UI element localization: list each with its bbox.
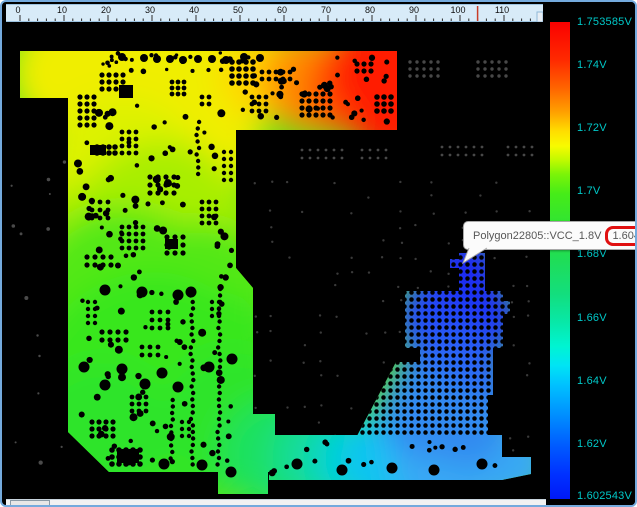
svg-text:70: 70 [321,5,331,15]
scale-tick-label: 1.72V [577,122,607,134]
horizontal-ruler: 0 10 20 30 40 50 60 70 80 90 100 110 [6,4,543,22]
scale-tick-label: 1.66V [577,312,607,324]
svg-text:110: 110 [495,5,509,15]
scale-tick-label: 1.68V [577,248,607,260]
svg-text:80: 80 [365,5,375,15]
tooltip-pointer [460,247,490,265]
scale-tick-label: 1.64V [577,375,607,387]
scale-tick-label: 1.753585V [577,16,632,28]
scale-tick-label: 1.62V [577,438,607,450]
probe-tooltip: Polygon22805::VCC_1.8V 1.60439V [463,221,637,250]
scale-tick-label: 1.602543V [577,490,632,502]
svg-text:90: 90 [409,5,419,15]
board-viewer-window: 0 10 20 30 40 50 60 70 80 90 100 110 1.753585V 1.74V… [0,0,637,507]
svg-text:100: 100 [450,5,465,15]
tooltip-voltage-value: 1.60439V [605,226,637,246]
svg-text:10: 10 [57,5,67,15]
color-scale-bar [550,22,570,499]
svg-text:40: 40 [189,5,199,15]
svg-text:50: 50 [233,5,243,15]
color-scale-panel: 1.753585V 1.74V 1.72V 1.7V 1.68V 1.66V 1.64V 1.… [547,2,637,507]
scrollbar-thumb[interactable] [10,500,50,506]
svg-text:0: 0 [15,5,20,15]
svg-text:30: 30 [145,5,155,15]
scale-tick-label: 1.74V [577,59,607,71]
svg-text:20: 20 [101,5,111,15]
horizontal-scrollbar[interactable] [6,499,546,507]
tooltip-net-name: Polygon22805::VCC_1.8V [473,230,601,242]
svg-text:60: 60 [277,5,287,15]
scale-tick-label: 1.7V [577,185,600,197]
